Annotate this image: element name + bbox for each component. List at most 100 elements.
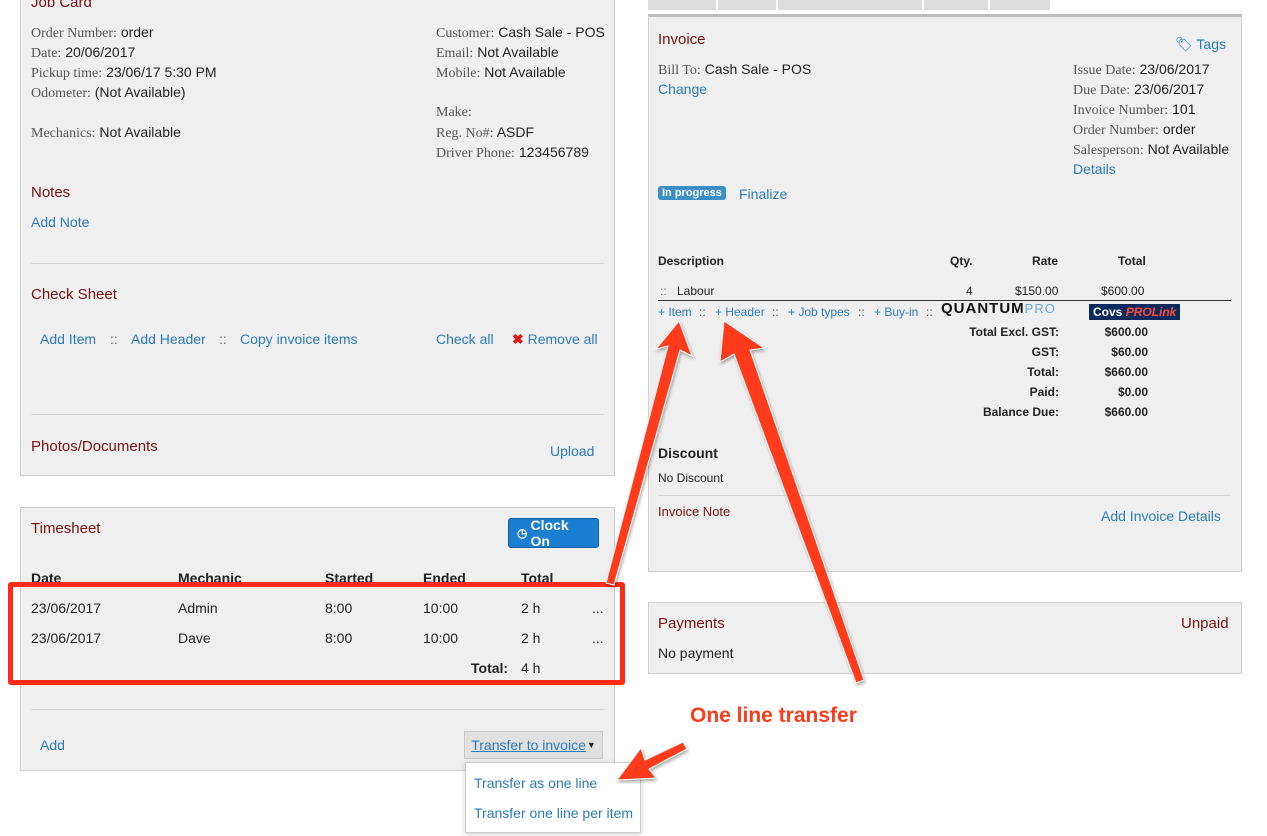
- tag-icon: 🏷: [1175, 36, 1193, 52]
- invoice-title: Invoice: [658, 31, 706, 48]
- status-badge: In progress: [658, 186, 726, 200]
- reg-label: Reg. No#:: [436, 126, 494, 141]
- clock-on-button[interactable]: ◷ Clock On: [508, 517, 599, 549]
- separator: ::: [219, 331, 227, 347]
- due-date-value: 23/06/2017: [1134, 81, 1205, 97]
- transfer-to-invoice-button[interactable]: Transfer to invoice ▼: [464, 731, 603, 759]
- check-sheet-title: Check Sheet: [31, 286, 117, 303]
- mechanics-row: Mechanics: Not Available: [31, 124, 181, 142]
- order-number-row: Order Number: order: [31, 24, 154, 42]
- tab[interactable]: [990, 0, 1050, 10]
- pickup-value: 23/06/17 5:30 PM: [106, 64, 217, 80]
- covs-logo-text: Covs: [1093, 305, 1123, 319]
- divider: [31, 709, 604, 710]
- tab[interactable]: [718, 0, 776, 10]
- notes-title: Notes: [31, 184, 71, 201]
- pickup-row: Pickup time: 23/06/17 5:30 PM: [31, 64, 217, 82]
- col-line-total: Total: [1118, 254, 1146, 268]
- caret-down-icon: ▼: [586, 740, 596, 750]
- mobile-label: Mobile:: [436, 66, 481, 81]
- remove-all-link[interactable]: ✖ Remove all: [512, 331, 598, 348]
- change-link[interactable]: Change: [658, 81, 707, 97]
- separator: ::: [858, 305, 865, 319]
- separator: ::: [926, 305, 933, 319]
- add-note-link[interactable]: Add Note: [31, 214, 89, 230]
- tags-link[interactable]: 🏷 Tags: [1175, 36, 1226, 53]
- clock-on-label: Clock On: [530, 517, 569, 549]
- gst-value: $60.00: [1111, 345, 1148, 359]
- invoice-number-row: Invoice Number: 101: [1073, 101, 1196, 119]
- col-qty: Qty.: [950, 254, 973, 268]
- date-label: Date:: [31, 46, 62, 61]
- driver-phone-label: Driver Phone:: [436, 146, 515, 161]
- reg-row: Reg. No#: ASDF: [436, 124, 534, 142]
- line-qty: 4: [966, 284, 973, 298]
- odometer-value: (Not Available): [94, 84, 186, 100]
- paid-label: Paid:: [1029, 385, 1059, 399]
- add-header-line-link[interactable]: + Header: [715, 305, 765, 319]
- line-total: $600.00: [1101, 284, 1145, 298]
- invoice-note-label: Invoice Note: [658, 504, 731, 519]
- remove-all-label: Remove all: [527, 331, 598, 347]
- date-row: Date: 20/06/2017: [31, 44, 135, 62]
- line-item-row[interactable]: :: Labour 4 $150.00 $600.00: [658, 284, 1231, 300]
- add-timesheet-link[interactable]: Add: [40, 737, 65, 753]
- line-rate: $150.00: [1015, 284, 1059, 298]
- mobile-value: Not Available: [484, 64, 566, 80]
- check-all-link[interactable]: Check all: [436, 331, 494, 347]
- invoice-order-number-label: Order Number:: [1073, 123, 1159, 138]
- drag-handle-icon[interactable]: ::: [660, 284, 667, 298]
- issue-date-row: Issue Date: 23/06/2017: [1073, 61, 1210, 79]
- invoice-order-number-row: Order Number: order: [1073, 121, 1196, 139]
- odometer-row: Odometer: (Not Available): [31, 84, 186, 102]
- driver-phone-row: Driver Phone: 123456789: [436, 144, 589, 162]
- clock-icon: ◷: [517, 526, 528, 540]
- finalize-link[interactable]: Finalize: [739, 186, 787, 202]
- copy-invoice-items-link[interactable]: Copy invoice items: [240, 331, 358, 347]
- col-rate: Rate: [1032, 254, 1059, 268]
- customer-row: Customer: Cash Sale - POS: [436, 24, 605, 42]
- line-description: Labour: [677, 284, 715, 298]
- transfer-to-invoice-label: Transfer to invoice: [471, 737, 586, 753]
- payment-status: Unpaid: [1181, 615, 1229, 632]
- invoice-order-number-value: order: [1162, 121, 1196, 137]
- covs-prolink-logo[interactable]: Covs PROLink: [1089, 304, 1181, 320]
- quantum-pro-logo[interactable]: QUANTUMPRO: [941, 300, 1056, 317]
- quantum-logo-text: QUANTUM: [941, 300, 1025, 317]
- salesperson-label: Salesperson:: [1073, 143, 1144, 158]
- salesperson-value: Not Available: [1147, 141, 1230, 157]
- add-buy-in-link[interactable]: + Buy-in: [874, 305, 918, 319]
- tab[interactable]: [648, 0, 716, 10]
- add-header-link[interactable]: Add Header: [131, 331, 206, 347]
- email-label: Email:: [436, 46, 474, 61]
- bill-to-row: Bill To: Cash Sale - POS: [658, 61, 811, 79]
- photos-title: Photos/Documents: [31, 438, 158, 455]
- due-date-row: Due Date: 23/06/2017: [1073, 81, 1204, 99]
- issue-date-value: 23/06/2017: [1139, 61, 1210, 77]
- mobile-row: Mobile: Not Available: [436, 64, 566, 82]
- upload-link[interactable]: Upload: [550, 443, 594, 459]
- invoice-number-label: Invoice Number:: [1073, 103, 1169, 118]
- transfer-one-line-per-item-option[interactable]: Transfer one line per item: [474, 805, 633, 821]
- payments-panel: [648, 602, 1242, 674]
- odometer-label: Odometer:: [31, 86, 91, 101]
- separator: ::: [110, 331, 118, 347]
- add-invoice-details-link[interactable]: Add Invoice Details: [1101, 508, 1221, 524]
- no-payment-text: No payment: [658, 645, 734, 661]
- separator: ::: [772, 305, 779, 319]
- discount-title: Discount: [658, 445, 718, 461]
- details-link[interactable]: Details: [1073, 161, 1116, 177]
- tab[interactable]: [778, 0, 922, 10]
- job-card-title: Job Card: [31, 0, 92, 11]
- add-job-types-link[interactable]: + Job types: [788, 305, 850, 319]
- tab[interactable]: [924, 0, 988, 10]
- add-item-link[interactable]: Add Item: [40, 331, 96, 347]
- transfer-as-one-line-option[interactable]: Transfer as one line: [474, 775, 597, 791]
- driver-phone-value: 123456789: [518, 144, 589, 160]
- total-excl-gst-label: Total Excl. GST:: [969, 325, 1059, 339]
- prolink-logo-text: PROLink: [1125, 305, 1177, 319]
- add-item-line-link[interactable]: + Item: [658, 305, 692, 319]
- customer-label: Customer:: [436, 26, 495, 41]
- grand-total-value: $660.00: [1104, 365, 1148, 379]
- separator: ::: [699, 305, 706, 319]
